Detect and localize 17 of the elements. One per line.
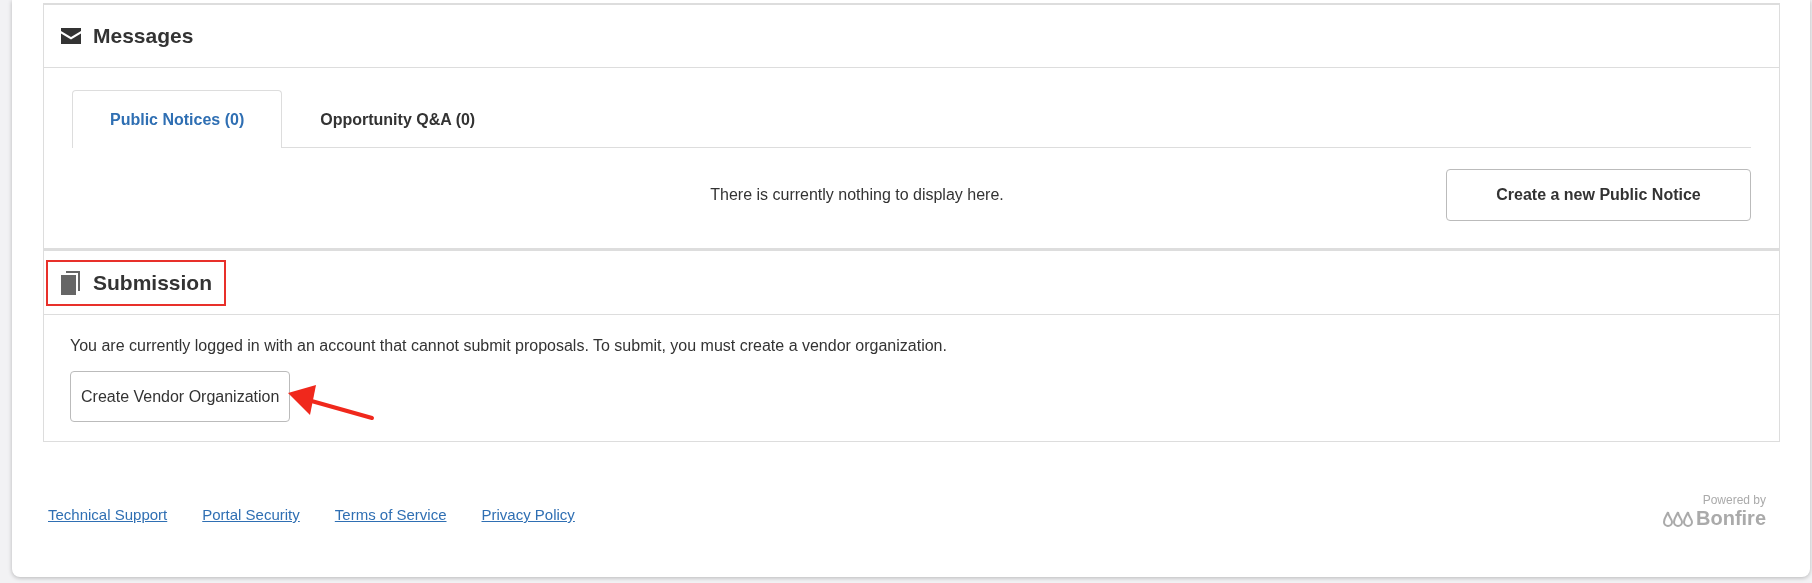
footer-link[interactable]: Portal Security (202, 506, 300, 523)
powered-by-text: Powered by (1702, 493, 1766, 507)
footer-link[interactable]: Privacy Policy (481, 506, 575, 523)
panel-title: Messages (93, 24, 194, 48)
notice-text: You are currently logged in with an account that cannot submit proposals. To submit, you must create a vendor organization. (70, 337, 948, 355)
documents-icon (60, 269, 82, 296)
tab[interactable]: Public Notices (0) (72, 90, 283, 148)
footer-link[interactable]: Terms of Service (334, 506, 447, 523)
empty-message: There is currently nothing to display here. (709, 186, 1005, 204)
footer-link[interactable]: Technical Support (48, 506, 168, 523)
envelope-icon (60, 27, 82, 45)
panel-title: Submission (93, 270, 213, 295)
create-vendor-button[interactable]: Create Vendor Organization (70, 371, 291, 422)
create-notice-button[interactable]: Create a new Public Notice (1446, 169, 1751, 221)
tab[interactable]: Opportunity Q&A (0) (282, 90, 514, 148)
flame-logo-icon (1663, 510, 1693, 527)
brand-name: Bonfire (1696, 507, 1766, 530)
